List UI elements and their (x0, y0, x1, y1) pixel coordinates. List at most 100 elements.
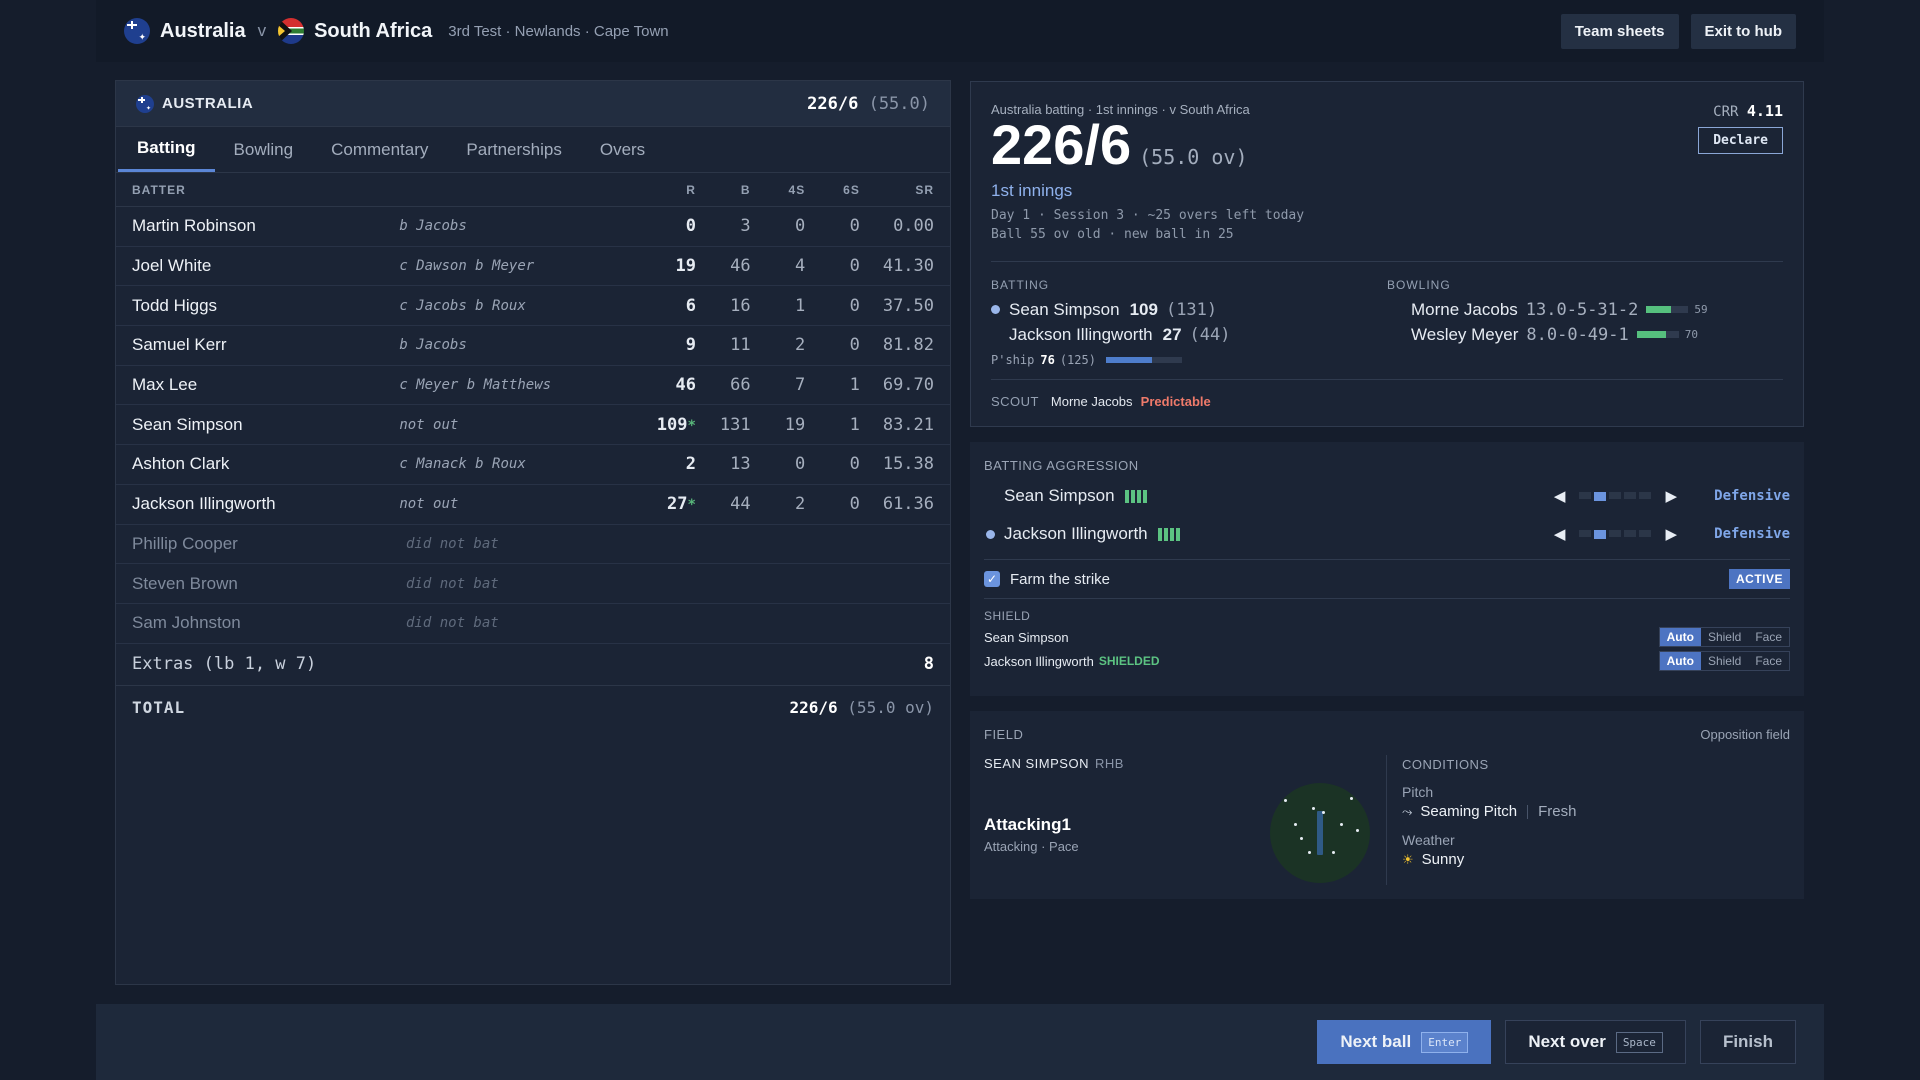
table-row[interactable]: Max Lee c Meyer b Matthews 46 66 7 1 69.70 (116, 366, 950, 406)
batter-name: Joel White (132, 256, 212, 276)
tab-commentary[interactable]: Commentary (312, 127, 447, 172)
shield-toggle: Auto Shield Face (1658, 627, 1790, 647)
conditions: CONDITIONS Pitch ⤳ Seaming Pitch Fresh W… (1402, 757, 1576, 868)
aggression-row: Sean Simpson ◀ ▶ Defensive (984, 477, 1790, 515)
scorecard-score: 226/6 (55.0) (807, 94, 930, 114)
increase-aggression-icon[interactable]: ▶ (1665, 487, 1677, 505)
farm-strike-row: ✓ Farm the strike ACTIVE (984, 559, 1790, 599)
bowler-name: Morne Jacobs (1411, 299, 1518, 319)
table-row[interactable]: Jackson Illingworth not out 27* 44 2 0 61.36 (116, 485, 950, 525)
dismissal: c Dawson b Meyer (399, 258, 535, 275)
shielded-badge: SHIELDED (1098, 654, 1160, 668)
shield-auto-option[interactable]: Auto (1659, 628, 1701, 646)
sixes: 0 (849, 256, 860, 277)
fours: 2 (794, 335, 806, 356)
shield-shield-option[interactable]: Shield (1701, 628, 1748, 646)
partnership-bar (1105, 356, 1182, 363)
tab-overs[interactable]: Overs (581, 127, 664, 172)
not-out-star-icon: * (687, 497, 696, 514)
tab-bowling[interactable]: Bowling (215, 127, 313, 172)
top-bar: Australia v South Africa 3rd Test · Newl… (96, 0, 1824, 62)
col-strike-rate: SR (915, 182, 935, 197)
decrease-aggression-icon[interactable]: ◀ (1554, 487, 1566, 505)
exit-to-hub-button[interactable]: Exit to hub (1690, 13, 1796, 49)
table-row[interactable]: Martin Robinson b Jacobs 0 3 0 0 0.00 (116, 207, 950, 247)
table-row[interactable]: Todd Higgs c Jacobs b Roux 6 16 1 0 37.50 (116, 286, 950, 327)
field-setup: Attacking1 Attacking · Pace (984, 815, 1079, 854)
runs-value: 6 (685, 295, 696, 316)
next-over-button[interactable]: Next over Space (1505, 1020, 1686, 1064)
dismissal: not out (399, 416, 459, 433)
dismissal: not out (399, 496, 459, 513)
fours: 0 (794, 454, 806, 475)
shield-face-option[interactable]: Face (1748, 652, 1789, 670)
tab-partnerships[interactable]: Partnerships (447, 127, 580, 172)
strike-rate: 37.50 (882, 295, 935, 316)
next-ball-button[interactable]: Next ball Enter (1317, 1020, 1492, 1064)
pitch-label: Pitch (1402, 784, 1434, 800)
sixes: 0 (849, 216, 860, 237)
bowler-stamina-bar (1646, 306, 1689, 314)
batter-name: Sean Simpson (1009, 299, 1120, 319)
enter-key-hint: Enter (1421, 1031, 1469, 1053)
batter-name: Jackson Illingworth (1009, 324, 1153, 344)
runs-value: 9 (685, 335, 696, 356)
pitch-strip (1317, 811, 1323, 855)
tab-batting[interactable]: Batting (118, 127, 215, 172)
declare-button[interactable]: Declare (1698, 127, 1783, 154)
table-row[interactable]: Sean Simpson not out 109* 131 19 1 83.21 (116, 405, 950, 446)
total-score: 226/6 (789, 698, 838, 718)
scorecard-team: AUSTRALIA (162, 95, 254, 112)
current-bowlers: BOWLING Morne Jacobs 13.0-5-31-2 59 Wesl… (1387, 278, 1783, 367)
total-overs: (55.0 ov) (847, 698, 934, 718)
shield-auto-option[interactable]: Auto (1659, 652, 1701, 670)
table-row[interactable]: Phillip Cooper did not bat (116, 525, 950, 565)
team-sheets-button[interactable]: Team sheets (1560, 13, 1679, 49)
bowler-name: Wesley Meyer (1411, 324, 1519, 344)
team1-name: Australia (160, 19, 246, 42)
runs-value: 0 (685, 216, 696, 237)
australia-flag-icon (136, 94, 154, 113)
finish-button[interactable]: Finish (1699, 1020, 1796, 1064)
aggression-slider[interactable] (1579, 529, 1652, 539)
field-title: FIELD (984, 727, 1024, 742)
dismissal: c Meyer b Matthews (399, 377, 552, 394)
fours: 2 (794, 494, 806, 515)
weather-label: Weather (1402, 832, 1455, 848)
batter-balls: (131) (1165, 299, 1218, 320)
current-batter-non-striker: Jackson Illingworth 27 (44) (991, 325, 1387, 345)
on-strike-icon (986, 529, 995, 539)
divider (1386, 755, 1387, 885)
table-row[interactable]: Joel White c Dawson b Meyer 19 46 4 0 41.30 (116, 247, 950, 287)
sixes: 1 (849, 414, 860, 435)
aggression-batter: Sean Simpson (1004, 486, 1115, 505)
batting-title: BATTING (991, 277, 1050, 292)
dismissal: b Jacobs (399, 337, 467, 354)
australia-flag-icon (124, 18, 150, 44)
field-map[interactable] (1270, 783, 1370, 883)
batter-name: Sam Johnston (132, 613, 241, 633)
shield-shield-option[interactable]: Shield (1701, 652, 1748, 670)
current-run-rate: CRR 4.11 (1713, 102, 1783, 120)
south-africa-flag-icon (278, 18, 305, 44)
col-fours: 4S (788, 182, 806, 197)
table-row[interactable]: Samuel Kerr b Jacobs 9 11 2 0 81.82 (116, 326, 950, 366)
table-row[interactable]: Sam Johnston did not bat (116, 604, 950, 644)
col-sixes: 6S (843, 182, 860, 197)
seam-icon: ⤳ (1402, 803, 1413, 819)
field-batter-name: SEAN SIMPSON (984, 756, 1089, 771)
on-strike-icon (991, 305, 1000, 315)
weather-value: Sunny (1421, 851, 1465, 868)
farm-strike-checkbox[interactable]: ✓ (984, 571, 1000, 587)
pitch-value-row: ⤳ Seaming Pitch Fresh (1402, 803, 1576, 820)
strike-rate: 81.82 (882, 335, 935, 356)
table-row[interactable]: Steven Brown did not bat (116, 564, 950, 604)
aggression-slider[interactable] (1579, 491, 1652, 501)
form-pips-icon (1124, 489, 1147, 503)
table-row[interactable]: Ashton Clark c Manack b Roux 2 13 0 0 15.38 (116, 445, 950, 485)
increase-aggression-icon[interactable]: ▶ (1665, 525, 1677, 543)
decrease-aggression-icon[interactable]: ◀ (1554, 525, 1566, 543)
opposition-field-link[interactable]: Opposition field (1700, 727, 1790, 742)
shield-face-option[interactable]: Face (1748, 628, 1789, 646)
score-overs: (55.0) (868, 93, 930, 114)
